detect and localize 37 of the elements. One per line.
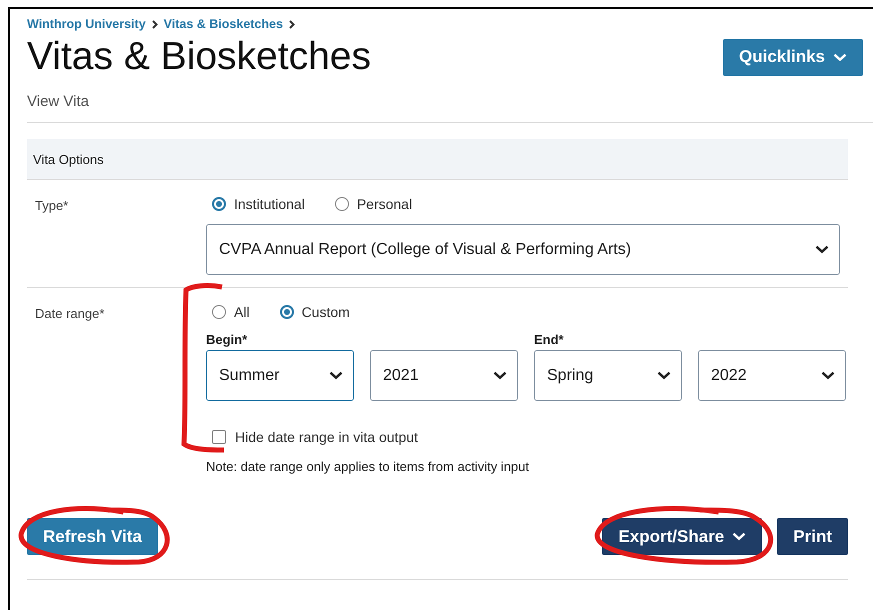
radio-icon[interactable] [334, 197, 349, 211]
field-label: Type* [35, 197, 68, 213]
radio-option[interactable]: Custom [280, 304, 350, 320]
hide-date-checkbox[interactable]: Hide date range in vita output [212, 429, 846, 445]
radio-icon[interactable] [280, 305, 294, 319]
radio-icon[interactable] [212, 197, 226, 211]
refresh-button[interactable]: Refresh Vita [27, 518, 158, 555]
chevron-right-icon [288, 20, 295, 28]
radio-option[interactable]: All [212, 304, 250, 320]
breadcrumb-link[interactable]: Vitas & Biosketches [164, 17, 283, 31]
quicklinks-button[interactable]: Quicklinks [723, 38, 863, 76]
radio-option[interactable]: Institutional [212, 196, 305, 212]
page-subtitle: View Vita [27, 93, 89, 110]
term-select[interactable]: 2021 [370, 350, 518, 401]
term-select[interactable]: 2022 [698, 350, 846, 401]
action-button[interactable]: Export/Share [602, 518, 762, 555]
chevron-down-icon [821, 371, 835, 380]
section-header: Vita Options [27, 139, 848, 180]
template-select[interactable]: CVPA Annual Report (College of Visual & Performing Arts) [206, 224, 840, 275]
chevron-right-icon [152, 20, 158, 28]
breadcrumb-link[interactable]: Winthrop University [27, 17, 146, 31]
chevron-down-icon [833, 52, 847, 62]
checkbox-icon[interactable] [212, 430, 226, 444]
chevron-down-icon [657, 371, 671, 380]
page-title: Vitas & Biosketches [27, 35, 371, 79]
chevron-down-icon [815, 245, 829, 254]
action-button[interactable]: Print [777, 518, 848, 555]
chevron-down-icon [329, 371, 343, 380]
term-select[interactable]: Summer [206, 350, 354, 401]
chevron-down-icon [493, 371, 507, 380]
note-text: Note: date range only applies to items from activity input [206, 459, 530, 474]
term-select[interactable]: Spring [534, 350, 682, 401]
field-label: Begin* [206, 332, 248, 347]
radio-icon[interactable] [212, 305, 226, 319]
radio-option[interactable]: Personal [334, 196, 412, 212]
field-label: End* [534, 332, 565, 347]
field-label: Date range* [35, 305, 104, 321]
